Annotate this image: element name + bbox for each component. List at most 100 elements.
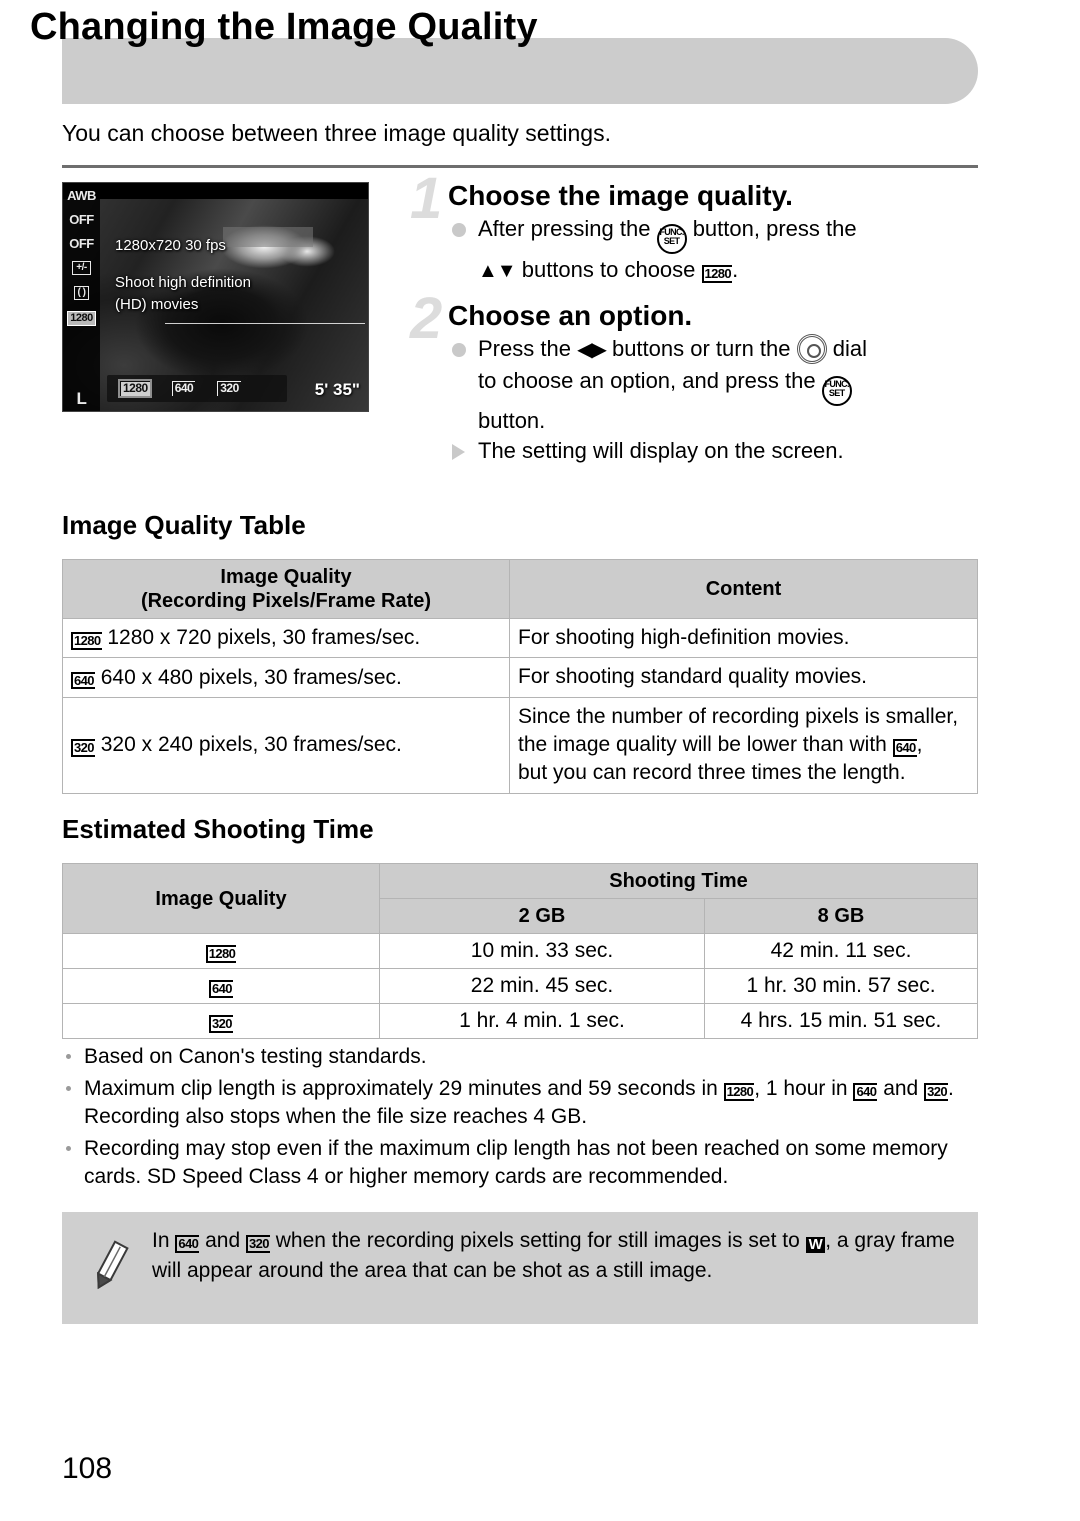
movie-640-icon: 640	[853, 1082, 878, 1101]
table-row: 320 320 x 240 pixels, 30 frames/sec. Sin…	[62, 696, 978, 794]
flash-off-icon: OFF	[69, 212, 94, 227]
step-2-text-a: Press the	[478, 335, 571, 361]
table-header-row: Image Quality (Recording Pixels/Frame Ra…	[62, 559, 978, 619]
footnote-1-text: Based on Canon's testing standards.	[84, 1045, 427, 1068]
exposure-compensation-icon: +/-	[72, 261, 91, 275]
lcd-option-640[interactable]: 640	[171, 381, 196, 396]
image-size-icon: L	[76, 389, 87, 408]
time-1280-2gb: 10 min. 33 sec.	[379, 933, 705, 969]
content-cell-320: Since the number of recording pixels is …	[509, 696, 978, 794]
lcd-remaining-time: 5' 35"	[314, 380, 360, 399]
time-640-8gb: 1 hr. 30 min. 57 sec.	[704, 968, 978, 1004]
image-quality-table: Image Quality (Recording Pixels/Frame Ra…	[62, 559, 978, 794]
lcd-osd-text: 1280x720 30 fps Shoot high definition (H…	[115, 235, 365, 324]
th-image-quality: Image Quality (Recording Pixels/Frame Ra…	[62, 559, 510, 619]
step-1-bullet-1-cont: ▲▼ buttons to choose 1280.	[448, 255, 980, 286]
footnote-2: Maximum clip length is approximately 29 …	[62, 1075, 982, 1131]
content-320-line1: Since the number of recording pixels is …	[518, 704, 959, 728]
step-2-text-d: to choose an option, and press the	[478, 367, 816, 393]
lcd-resolution-label: 1280x720 30 fps	[115, 237, 226, 254]
step-2-body: Press the ◀▶ buttons or turn the dial to…	[448, 333, 980, 466]
quality-cell-320: 320 320 x 240 pixels, 30 frames/sec.	[62, 696, 510, 794]
movie-640-icon: 640	[71, 671, 95, 689]
table-row: 1280 1280 x 720 pixels, 30 frames/sec. F…	[62, 617, 978, 659]
content-320-text-c: ,	[916, 733, 923, 757]
step-1-text-d: .	[732, 257, 739, 283]
lcd-option-1280[interactable]: 1280	[118, 379, 152, 398]
tip-text-c: when the recording pixels setting for st…	[275, 1229, 800, 1252]
content-320-line3: but you can record three times the lengt…	[518, 761, 906, 785]
lcd-option-bar: 1280 640 320	[107, 375, 287, 402]
footnote-2-text-b: , 1 hour in	[754, 1076, 848, 1100]
footnote-3-text-a: Recording may stop even if the maximum c…	[84, 1136, 867, 1160]
step-2-result: The setting will display on the screen.	[448, 436, 980, 466]
lcd-osd-divider	[165, 323, 365, 324]
quality-spec-640: 640 x 480 pixels, 30 frames/sec.	[100, 665, 402, 689]
lcd-description-line1: Shoot high definition	[115, 273, 251, 291]
step-2-result-text: The setting will display on the screen.	[478, 437, 844, 463]
th-2gb: 2 GB	[379, 898, 705, 934]
lcd-description-line2: (HD) movies	[115, 296, 199, 313]
th-image-quality-line2: (Recording Pixels/Frame Rate)	[140, 590, 432, 612]
movie-1280-icon: 1280	[71, 632, 102, 650]
footnote-2-text-a: Maximum clip length is approximately 29 …	[84, 1076, 718, 1100]
movie-320-icon: 320	[245, 1235, 270, 1253]
table-header-row-1: Image Quality Shooting Time	[62, 863, 978, 934]
table-row: 1280 10 min. 33 sec. 42 min. 11 sec.	[62, 933, 978, 969]
step-2-text-b: buttons or turn the	[611, 335, 791, 361]
step-1-number: 1	[410, 166, 443, 231]
func-set-button-icon: FUNC. SET	[821, 375, 852, 406]
step-2-text-c: dial	[832, 335, 868, 361]
footnote-1: Based on Canon's testing standards.	[62, 1043, 982, 1071]
tip-box: In 640 and 320 when the recording pixels…	[62, 1212, 978, 1324]
footnote-3: Recording may stop even if the maximum c…	[62, 1135, 982, 1191]
footnote-2-text-c: and	[883, 1076, 919, 1100]
th-content: Content	[509, 559, 978, 619]
shooting-time-heading: Estimated Shooting Time	[62, 814, 374, 844]
step-2-bullet-1-cont2: button.	[478, 407, 546, 433]
content-320-text-b: the image quality will be lower than wit…	[518, 733, 887, 757]
content-cell-640: For shooting standard quality movies.	[509, 657, 978, 698]
lcd-top-bar	[63, 183, 368, 199]
movie-640-icon: 640	[175, 1235, 200, 1253]
movie-640-icon: 640	[209, 980, 233, 998]
step-1-heading: Choose the image quality.	[448, 180, 793, 211]
table-row: 640 22 min. 45 sec. 1 hr. 30 min. 57 sec…	[62, 968, 978, 1004]
time-quality-640: 640	[62, 968, 380, 1004]
tip-text-e: image.	[649, 1258, 713, 1282]
quality-spec-320: 320 x 240 pixels, 30 frames/sec.	[100, 733, 402, 757]
page-number: 108	[62, 1452, 113, 1485]
movie-320-icon: 320	[209, 1015, 233, 1033]
quality-spec-1280: 1280 x 720 pixels, 30 frames/sec.	[107, 626, 421, 650]
th-image-quality-line1: Image Quality	[220, 566, 352, 588]
step-2-number: 2	[410, 285, 443, 351]
awb-icon: AWB	[67, 188, 96, 203]
shooting-time-table: Image Quality Shooting Time 2 GB 8 GB 12…	[62, 863, 978, 1039]
time-quality-320: 320	[62, 1003, 380, 1039]
footnotes: Based on Canon's testing standards. Maxi…	[62, 1043, 982, 1195]
lcd-function-menu: AWB OFF OFF +/- ( ) 1280 L	[63, 183, 100, 411]
time-quality-1280: 1280	[62, 933, 380, 969]
movie-1280-icon: 1280	[205, 945, 237, 963]
result-arrow-icon	[452, 443, 465, 460]
table-row: 320 1 hr. 4 min. 1 sec. 4 hrs. 15 min. 5…	[62, 1003, 978, 1039]
metering-mode-icon: ( )	[73, 286, 90, 300]
step-1-text-c: buttons to choose	[521, 257, 696, 283]
tip-text-b: and	[205, 1229, 241, 1252]
step-2: 2 Choose an option. Press the ◀▶ buttons…	[410, 289, 980, 467]
movie-640-icon: 640	[892, 739, 917, 757]
movie-quality-icon-selected: 1280	[67, 311, 96, 326]
up-down-buttons-icon: ▲▼	[478, 260, 517, 283]
camera-lcd-screenshot: AWB OFF OFF +/- ( ) 1280 L 1280x720 30 f…	[62, 182, 369, 412]
bullet-dot-icon	[452, 342, 466, 357]
quality-cell-1280: 1280 1280 x 720 pixels, 30 frames/sec.	[62, 617, 510, 659]
note-bullet-icon	[66, 1085, 71, 1091]
step-1-text-a: After pressing the	[478, 216, 651, 242]
lcd-option-320[interactable]: 320	[217, 381, 241, 396]
step-1-text-b: button, press the	[692, 216, 857, 242]
movie-320-icon: 320	[71, 739, 95, 757]
step-1: 1 Choose the image quality. After pressi…	[410, 170, 980, 286]
redeye-off-icon: OFF	[69, 236, 94, 251]
quality-cell-640: 640 640 x 480 pixels, 30 frames/sec.	[62, 657, 510, 698]
table-row: 640 640 x 480 pixels, 30 frames/sec. For…	[62, 657, 978, 698]
